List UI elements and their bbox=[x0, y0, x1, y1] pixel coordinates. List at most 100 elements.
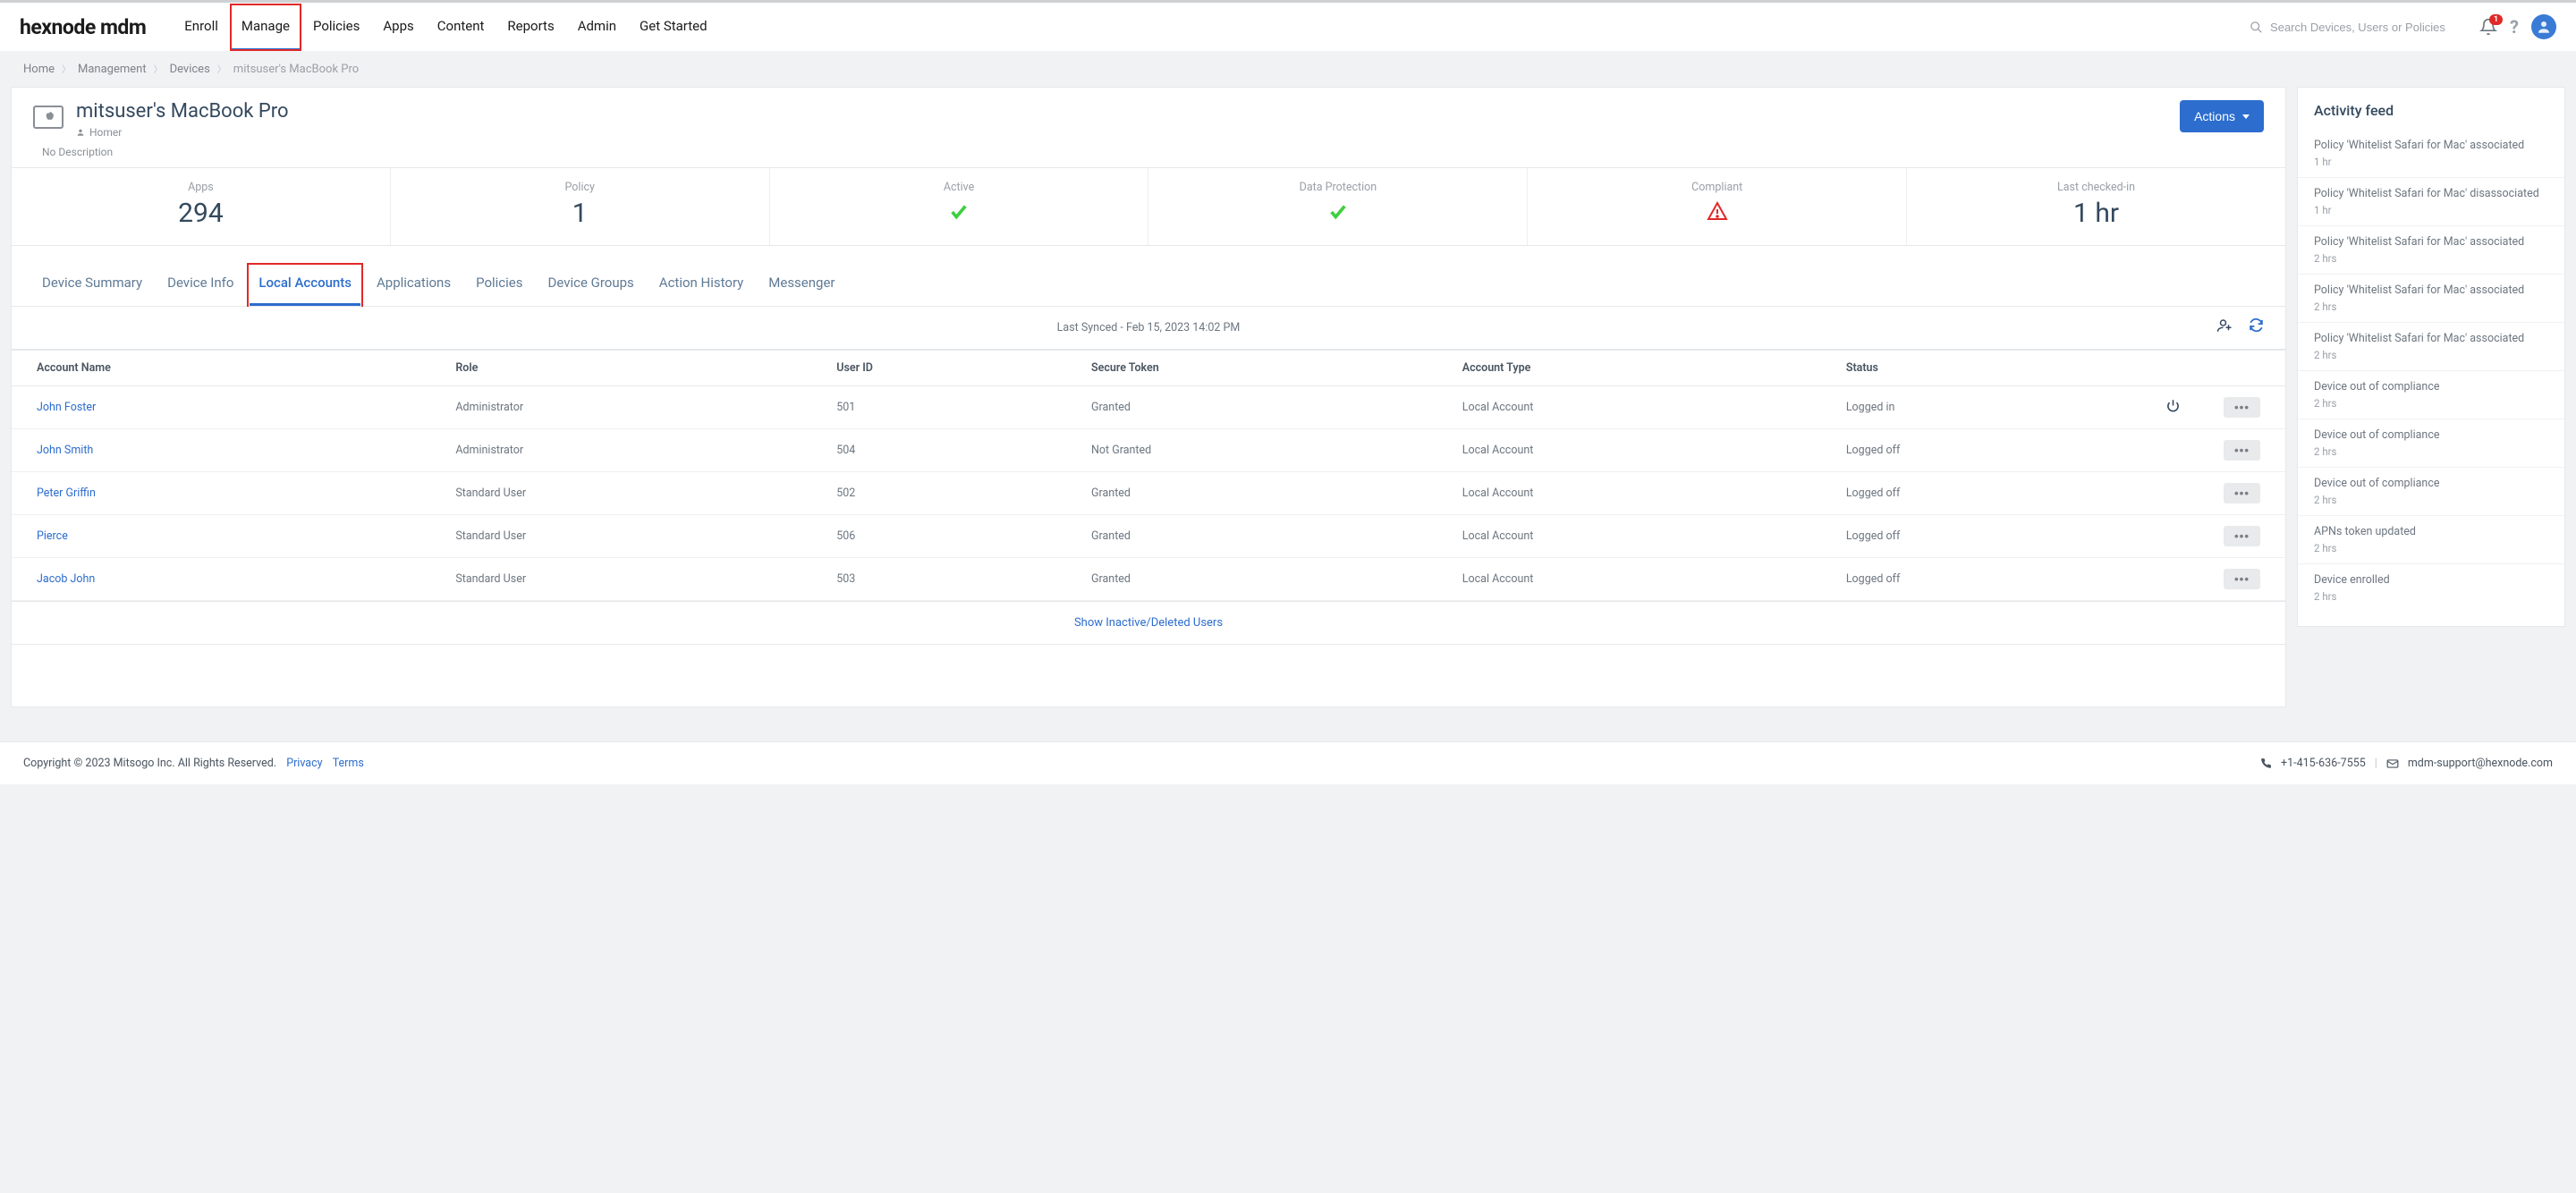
show-inactive-link[interactable]: Show Inactive/Deleted Users bbox=[11, 602, 2286, 645]
activity-title: Device out of compliance bbox=[2314, 428, 2548, 442]
account-name-link[interactable]: John Smith bbox=[12, 429, 439, 472]
activity-item[interactable]: APNs token updated2 hrs bbox=[2298, 516, 2564, 564]
activity-item[interactable]: Device enrolled2 hrs bbox=[2298, 564, 2564, 612]
stat-value bbox=[1528, 198, 1906, 229]
activity-item[interactable]: Policy 'Whitelist Safari for Mac' associ… bbox=[2298, 130, 2564, 178]
footer-link-privacy[interactable]: Privacy bbox=[286, 757, 322, 770]
tab-device-groups[interactable]: Device Groups bbox=[539, 266, 643, 306]
tab-policies[interactable]: Policies bbox=[467, 266, 531, 306]
activity-item[interactable]: Device out of compliance2 hrs bbox=[2298, 468, 2564, 516]
nav-item-content[interactable]: Content bbox=[426, 4, 496, 51]
refresh-icon bbox=[2249, 317, 2264, 333]
cell-status: Logged in bbox=[1830, 386, 2150, 429]
stat-apps[interactable]: Apps294 bbox=[12, 168, 391, 245]
cell-token: Granted bbox=[1075, 558, 1446, 601]
header-search[interactable] bbox=[2250, 21, 2467, 34]
stat-label: Apps bbox=[12, 181, 390, 194]
tab-messenger[interactable]: Messenger bbox=[759, 266, 843, 306]
stat-data-protection[interactable]: Data Protection bbox=[1148, 168, 1528, 245]
column-header[interactable]: Role bbox=[439, 351, 820, 386]
cell-uid: 502 bbox=[820, 472, 1075, 515]
refresh-button[interactable] bbox=[2249, 317, 2264, 337]
stat-label: Data Protection bbox=[1148, 181, 1527, 194]
help-button[interactable]: ? bbox=[2510, 16, 2519, 38]
nav-item-admin[interactable]: Admin bbox=[566, 4, 628, 51]
account-name-link[interactable]: Pierce bbox=[12, 515, 439, 558]
sync-row: Last Synced - Feb 15, 2023 14:02 PM bbox=[11, 307, 2286, 350]
power-button[interactable] bbox=[2166, 402, 2180, 416]
nav-item-reports[interactable]: Reports bbox=[496, 4, 565, 51]
cell-token: Granted bbox=[1075, 386, 1446, 429]
accounts-table: Account NameRoleUser IDSecure TokenAccou… bbox=[12, 350, 2285, 601]
footer-copyright: Copyright © 2023 Mitsogo Inc. All Rights… bbox=[23, 757, 276, 770]
more-button[interactable]: ••• bbox=[2224, 440, 2260, 461]
footer-link-terms[interactable]: Terms bbox=[333, 757, 364, 770]
tab-device-summary[interactable]: Device Summary bbox=[33, 266, 151, 306]
column-header[interactable]: Secure Token bbox=[1075, 351, 1446, 386]
device-description: No Description bbox=[42, 146, 289, 158]
nav-item-apps[interactable]: Apps bbox=[371, 4, 425, 51]
add-user-button[interactable] bbox=[2216, 317, 2233, 337]
more-button[interactable]: ••• bbox=[2224, 569, 2260, 589]
nav-item-policies[interactable]: Policies bbox=[301, 4, 371, 51]
breadcrumb-item[interactable]: Devices bbox=[170, 63, 210, 76]
activity-item[interactable]: Policy 'Whitelist Safari for Mac' disass… bbox=[2298, 178, 2564, 226]
tab-device-info[interactable]: Device Info bbox=[158, 266, 242, 306]
activity-item[interactable]: Device out of compliance2 hrs bbox=[2298, 371, 2564, 419]
activity-time: 2 hrs bbox=[2314, 590, 2548, 603]
check-icon bbox=[1326, 202, 1350, 222]
more-button[interactable]: ••• bbox=[2224, 526, 2260, 546]
cell-atype: Local Account bbox=[1446, 558, 1830, 601]
stat-active[interactable]: Active bbox=[770, 168, 1149, 245]
table-row: John SmithAdministrator504Not GrantedLoc… bbox=[12, 429, 2285, 472]
device-stats: Apps294Policy1ActiveData ProtectionCompl… bbox=[11, 168, 2286, 246]
cell-actions: ••• bbox=[2205, 429, 2285, 472]
add-user-icon bbox=[2216, 317, 2233, 334]
search-input[interactable] bbox=[2270, 21, 2467, 34]
activity-time: 1 hr bbox=[2314, 204, 2548, 216]
activity-item[interactable]: Device out of compliance2 hrs bbox=[2298, 419, 2564, 468]
column-header[interactable]: User ID bbox=[820, 351, 1075, 386]
notifications-button[interactable]: 1 bbox=[2479, 18, 2497, 36]
nav-item-manage[interactable]: Manage bbox=[230, 4, 301, 51]
activity-item[interactable]: Policy 'Whitelist Safari for Mac' associ… bbox=[2298, 275, 2564, 323]
stat-last-checked-in[interactable]: Last checked-in1 hr bbox=[1907, 168, 2285, 245]
account-name-link[interactable]: Peter Griffin bbox=[12, 472, 439, 515]
breadcrumb-separator: 〉 bbox=[217, 65, 226, 75]
breadcrumb: Home〉Management〉Devices〉mitsuser's MacBo… bbox=[0, 51, 2576, 87]
column-header[interactable]: Account Name bbox=[12, 351, 439, 386]
activity-heading: Activity feed bbox=[2298, 102, 2564, 130]
main-nav: EnrollManagePoliciesAppsContentReportsAd… bbox=[173, 4, 718, 51]
search-icon bbox=[2250, 21, 2263, 34]
last-synced-text: Last Synced - Feb 15, 2023 14:02 PM bbox=[1057, 321, 1241, 334]
cell-token: Granted bbox=[1075, 472, 1446, 515]
more-button[interactable]: ••• bbox=[2224, 397, 2260, 418]
nav-item-enroll[interactable]: Enroll bbox=[173, 4, 230, 51]
cell-atype: Local Account bbox=[1446, 429, 1830, 472]
breadcrumb-item[interactable]: Home bbox=[23, 63, 55, 76]
account-name-link[interactable]: John Foster bbox=[12, 386, 439, 429]
activity-item[interactable]: Policy 'Whitelist Safari for Mac' associ… bbox=[2298, 323, 2564, 371]
activity-item[interactable]: Policy 'Whitelist Safari for Mac' associ… bbox=[2298, 226, 2564, 275]
nav-item-get-started[interactable]: Get Started bbox=[628, 4, 719, 51]
column-header[interactable]: Status bbox=[1830, 351, 2150, 386]
breadcrumb-item[interactable]: Management bbox=[78, 63, 147, 76]
more-button[interactable]: ••• bbox=[2224, 483, 2260, 503]
actions-button[interactable]: Actions bbox=[2180, 100, 2264, 132]
tab-action-history[interactable]: Action History bbox=[650, 266, 752, 306]
avatar-button[interactable] bbox=[2531, 14, 2556, 39]
cell-uid: 503 bbox=[820, 558, 1075, 601]
column-header[interactable]: Account Type bbox=[1446, 351, 1830, 386]
stat-policy[interactable]: Policy1 bbox=[391, 168, 770, 245]
tab-applications[interactable]: Applications bbox=[368, 266, 460, 306]
stat-value bbox=[1148, 198, 1527, 229]
cell-actions: ••• bbox=[2205, 558, 2285, 601]
account-name-link[interactable]: Jacob John bbox=[12, 558, 439, 601]
cell-role: Standard User bbox=[439, 472, 820, 515]
cell-uid: 501 bbox=[820, 386, 1075, 429]
tab-local-accounts[interactable]: Local Accounts bbox=[250, 266, 360, 306]
breadcrumb-item: mitsuser's MacBook Pro bbox=[233, 63, 359, 76]
blank-space bbox=[11, 645, 2286, 707]
stat-compliant[interactable]: Compliant bbox=[1528, 168, 1907, 245]
cell-power bbox=[2150, 558, 2205, 601]
